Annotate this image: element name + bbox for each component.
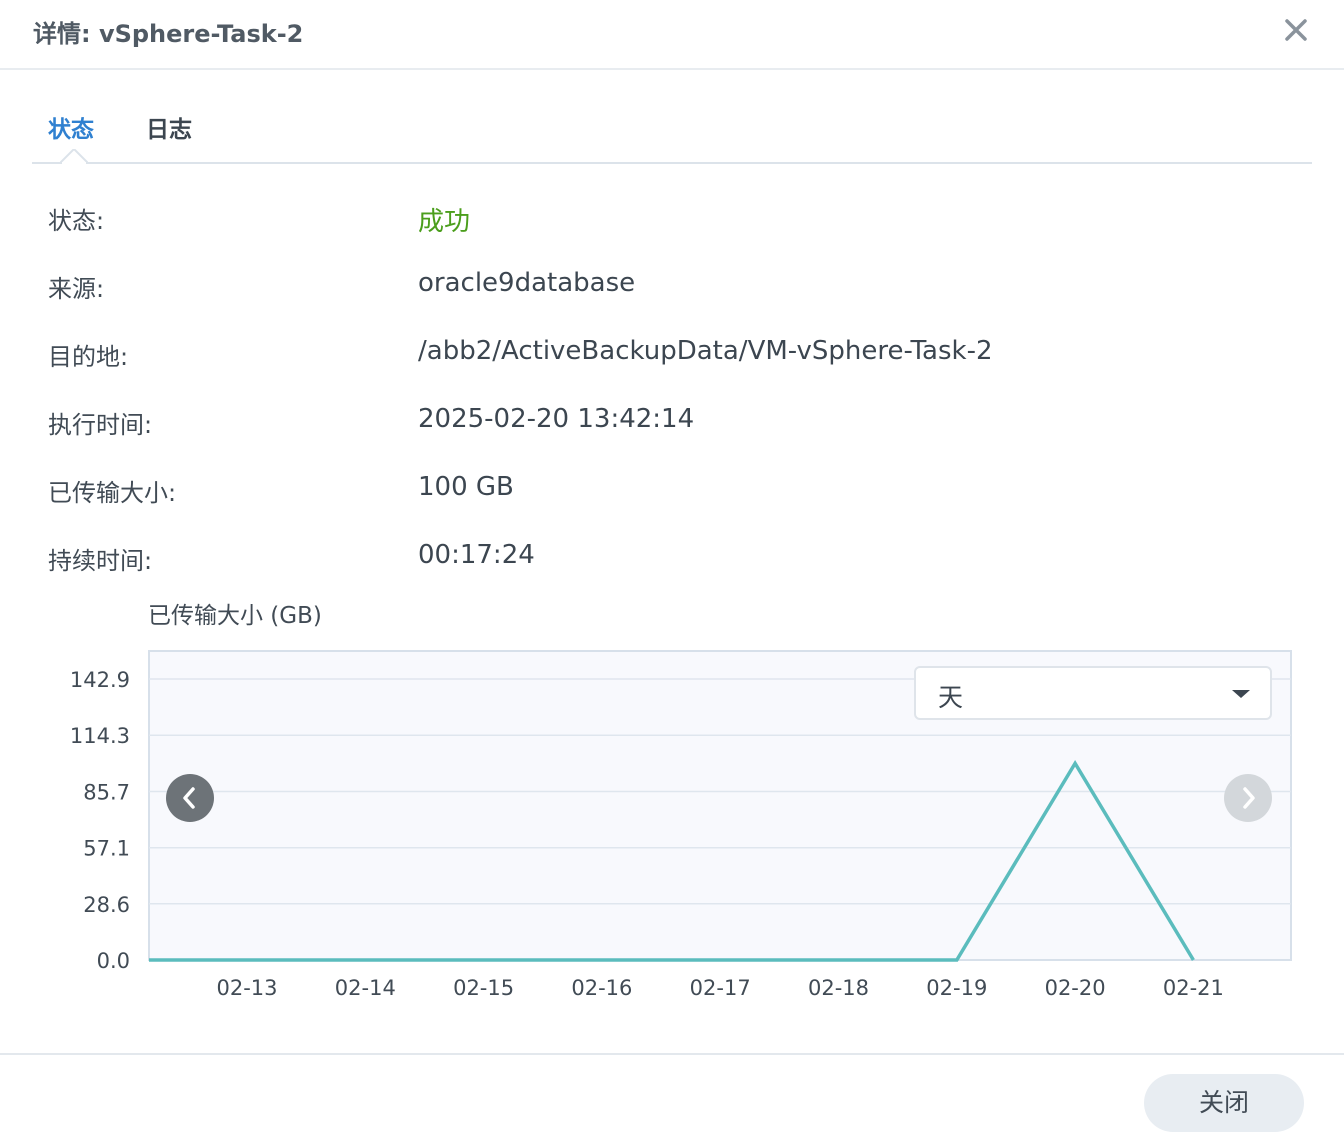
x-tick-label: 02-20 bbox=[1045, 976, 1106, 1000]
close-icon[interactable] bbox=[1278, 12, 1314, 48]
duration-label: 持续时间: bbox=[48, 547, 153, 575]
destination-label: 目的地: bbox=[48, 343, 129, 371]
duration-value: 00:17:24 bbox=[418, 540, 535, 570]
status-value: 成功 bbox=[418, 207, 471, 237]
run-time-value: 2025-02-20 13:42:14 bbox=[418, 404, 695, 434]
chart-previous-button[interactable] bbox=[166, 774, 214, 822]
status-label: 状态: bbox=[48, 207, 105, 235]
source-label: 来源: bbox=[48, 275, 105, 303]
x-tick-label: 02-16 bbox=[571, 976, 632, 1000]
x-tick-label: 02-15 bbox=[453, 976, 514, 1000]
chevron-right-icon bbox=[1243, 787, 1255, 809]
run-time-label: 执行时间: bbox=[48, 411, 153, 439]
close-button[interactable]: 关闭 bbox=[1144, 1074, 1304, 1132]
tab-log[interactable]: 日志 bbox=[146, 110, 192, 144]
dialog-header: 详情: vSphere-Task-2 bbox=[0, 0, 1344, 70]
source-value: oracle9database bbox=[418, 268, 636, 298]
footer-divider bbox=[0, 1053, 1344, 1055]
transferred-size-label: 已传输大小: bbox=[48, 479, 177, 507]
y-tick-label: 142.9 bbox=[70, 668, 130, 692]
y-tick-label: 0.0 bbox=[97, 949, 130, 973]
tab-bar: 状态 日志 bbox=[32, 100, 1312, 164]
y-tick-label: 85.7 bbox=[83, 780, 130, 804]
chevron-down-icon bbox=[1232, 690, 1250, 698]
destination-value: /abb2/ActiveBackupData/VM-vSphere-Task-2 bbox=[418, 336, 993, 366]
x-tick-label: 02-14 bbox=[335, 976, 396, 1000]
transferred-size-value: 100 GB bbox=[418, 472, 514, 502]
chevron-left-icon bbox=[183, 787, 195, 809]
x-tick-label: 02-18 bbox=[808, 976, 869, 1000]
chart-next-button[interactable] bbox=[1224, 774, 1272, 822]
x-tick-label: 02-19 bbox=[926, 976, 987, 1000]
x-tick-label: 02-17 bbox=[690, 976, 751, 1000]
x-tick-label: 02-21 bbox=[1163, 976, 1224, 1000]
chart-title: 已传输大小 (GB) bbox=[148, 603, 322, 629]
time-range-select[interactable]: 天 bbox=[914, 666, 1272, 720]
tab-status[interactable]: 状态 bbox=[48, 110, 94, 144]
time-range-value: 天 bbox=[938, 683, 964, 712]
y-tick-label: 57.1 bbox=[83, 837, 130, 861]
dialog-title: 详情: vSphere-Task-2 bbox=[33, 20, 304, 48]
y-tick-label: 114.3 bbox=[70, 724, 130, 748]
y-tick-label: 28.6 bbox=[83, 893, 130, 917]
x-tick-label: 02-13 bbox=[216, 976, 277, 1000]
